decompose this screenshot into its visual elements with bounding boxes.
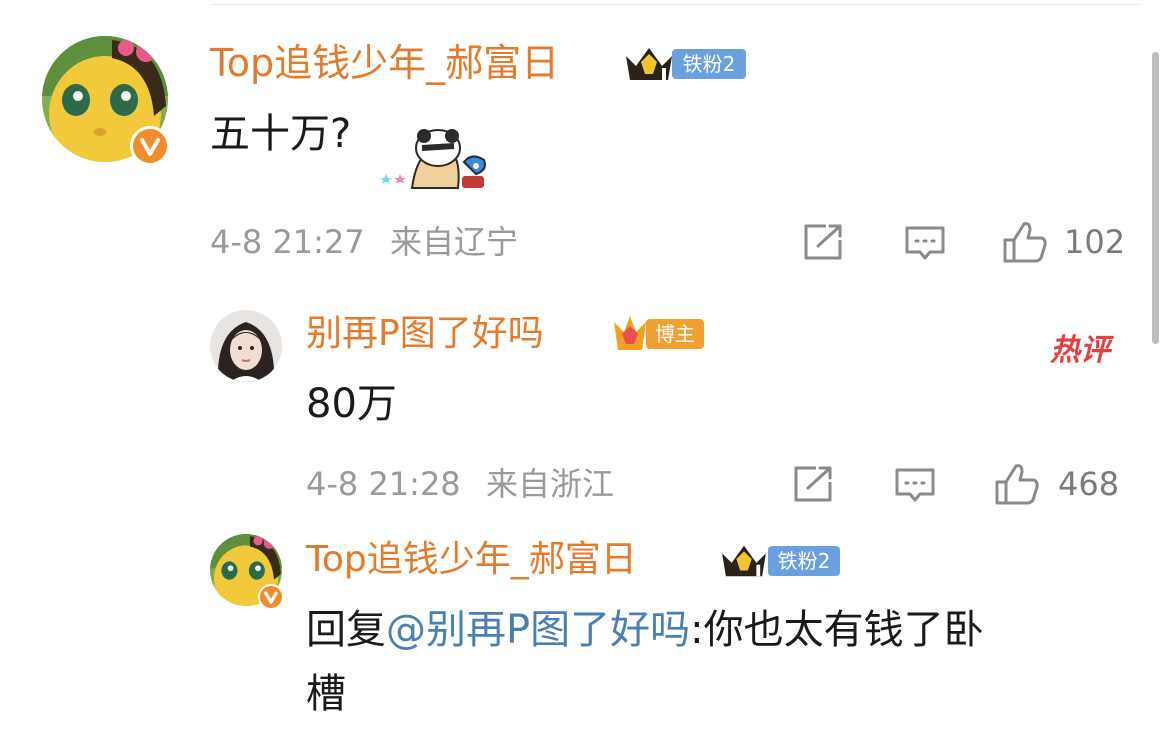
panda-sticker-icon	[372, 126, 496, 192]
like-count: 102	[1064, 223, 1126, 261]
verified-v-icon	[258, 584, 284, 610]
reply-text: 80万	[306, 381, 397, 427]
comment-time: 4-8 21:27	[210, 223, 365, 261]
avatar[interactable]	[210, 310, 282, 382]
comment-icon[interactable]	[904, 224, 946, 264]
share-icon[interactable]	[802, 222, 844, 262]
comment-text: 五十万?	[210, 111, 352, 157]
top-divider	[210, 4, 1140, 5]
reply-location: 来自浙江	[486, 465, 615, 503]
reply-text: :你也太有钱了卧	[690, 607, 984, 653]
crown-icon	[718, 540, 770, 580]
reply-text-line1: 回复@别再P图了好吗:你也太有钱了卧	[306, 610, 984, 650]
share-icon[interactable]	[792, 464, 834, 504]
thumbs-up-icon[interactable]	[1002, 220, 1048, 264]
like-count: 468	[1058, 465, 1120, 503]
reply-username[interactable]: Top追钱少年_郝富日	[306, 542, 637, 578]
fan-badge: 铁粉2	[768, 546, 840, 576]
reply-time: 4-8 21:28	[306, 465, 461, 503]
reply-username[interactable]: 别再P图了好吗	[306, 316, 544, 352]
reply-prefix: 回复	[306, 607, 386, 653]
blogger-badge: 博主	[646, 319, 704, 349]
verified-v-icon	[130, 126, 170, 166]
crown-icon	[622, 42, 676, 84]
comment-username[interactable]: Top追钱少年_郝富日	[210, 44, 559, 82]
scrollbar[interactable]	[1152, 52, 1159, 344]
mention-link[interactable]: @别再P图了好吗	[386, 607, 690, 653]
thumbs-up-icon[interactable]	[994, 462, 1040, 506]
fan-badge: 铁粉2	[672, 49, 746, 79]
reply-text-line2: 槽	[306, 671, 346, 717]
hot-comment-tag: 热评	[1050, 333, 1110, 368]
comment-icon[interactable]	[894, 466, 936, 506]
comment-location: 来自辽宁	[390, 223, 519, 261]
